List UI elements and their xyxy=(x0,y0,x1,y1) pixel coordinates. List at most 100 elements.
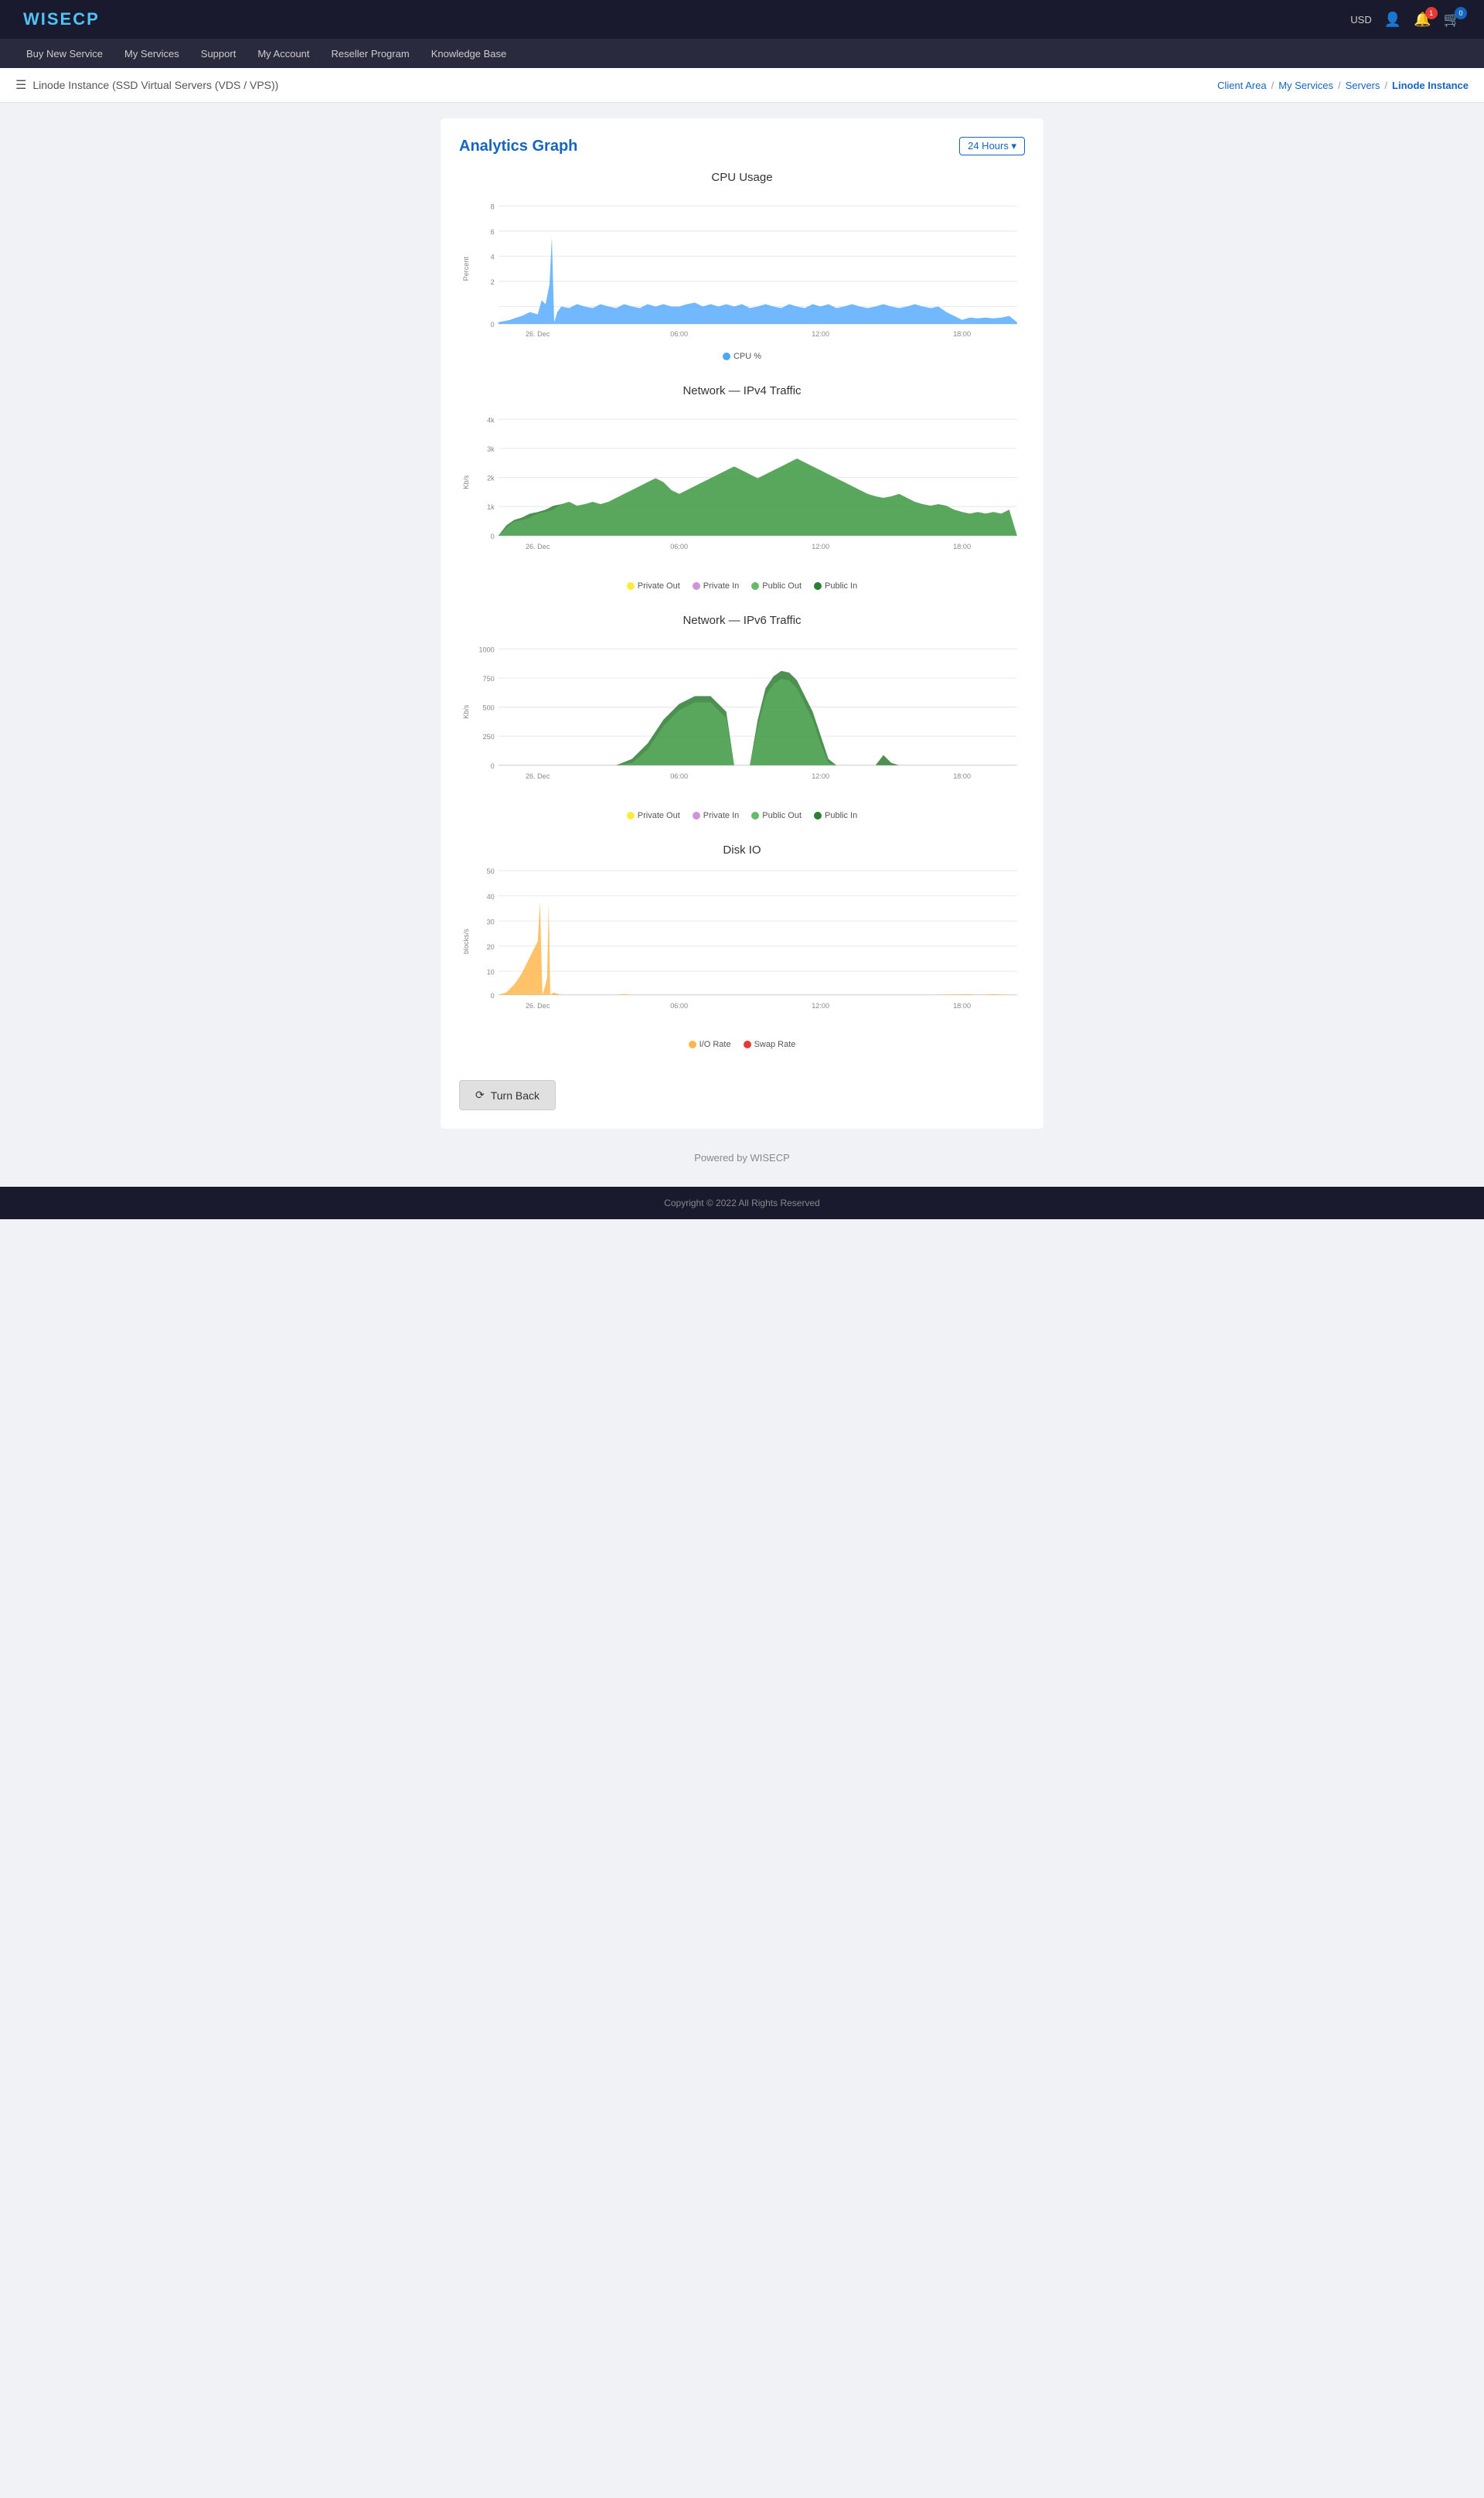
diskio-swap-rate: Swap Rate xyxy=(744,1040,796,1049)
ipv6-public-in: Public In xyxy=(814,811,857,820)
ipv4-public-out: Public Out xyxy=(751,581,802,591)
svg-text:Kb/s: Kb/s xyxy=(462,704,470,719)
cpu-area xyxy=(499,237,1017,324)
nav-knowledge[interactable]: Knowledge Base xyxy=(420,39,518,68)
ipv4-chart-section: Network — IPv4 Traffic 4k 3k 2k 1k 0 Kb/… xyxy=(459,384,1025,591)
main-content: Analytics Graph 24 Hours ▾ CPU Usage 8 6 xyxy=(425,103,1059,1187)
breadcrumb-linode: Linode Instance xyxy=(1392,80,1469,91)
svg-text:10: 10 xyxy=(487,968,495,976)
svg-text:26. Dec: 26. Dec xyxy=(526,330,550,338)
svg-text:50: 50 xyxy=(487,867,495,875)
ipv4-chart-container: 4k 3k 2k 1k 0 Kb/s 26. Dec 06:00 12:00 1… xyxy=(459,404,1025,577)
ipv4-private-in: Private In xyxy=(693,581,739,591)
nav-my-account[interactable]: My Account xyxy=(247,39,320,68)
header: WISECP USD 👤 🔔 1 🛒 0 xyxy=(0,0,1484,39)
svg-text:2: 2 xyxy=(491,278,495,286)
svg-text:30: 30 xyxy=(487,918,495,925)
analytics-header: Analytics Graph 24 Hours ▾ xyxy=(459,137,1025,155)
ipv6-private-out: Private Out xyxy=(627,811,680,820)
menu-icon: ☰ xyxy=(15,77,26,93)
breadcrumb-bar: ☰ Linode Instance (SSD Virtual Servers (… xyxy=(0,68,1484,103)
svg-text:3k: 3k xyxy=(487,445,495,453)
ipv6-chart-svg: 1000 750 500 250 0 Kb/s 26. Dec 06:00 12… xyxy=(459,633,1025,806)
currency-label[interactable]: USD xyxy=(1350,14,1371,26)
turn-back-button[interactable]: ⟳ Turn Back xyxy=(459,1080,556,1110)
cpu-chart-container: 8 6 4 2 0 Percent 26. Dec 06:00 12:00 18… xyxy=(459,190,1025,347)
breadcrumb: Client Area / My Services / Servers / Li… xyxy=(1217,80,1469,91)
svg-text:4: 4 xyxy=(491,253,495,261)
svg-text:0: 0 xyxy=(491,991,495,999)
cpu-chart-svg: 8 6 4 2 0 Percent 26. Dec 06:00 12:00 18… xyxy=(459,190,1025,347)
svg-text:12:00: 12:00 xyxy=(812,772,829,780)
svg-text:blocks/s: blocks/s xyxy=(462,928,470,953)
svg-text:12:00: 12:00 xyxy=(812,330,829,338)
svg-text:12:00: 12:00 xyxy=(812,1002,829,1010)
cpu-chart-section: CPU Usage 8 6 4 2 0 Perce xyxy=(459,171,1025,361)
page-title: Linode Instance (SSD Virtual Servers (VD… xyxy=(32,79,278,91)
svg-text:18:00: 18:00 xyxy=(953,1002,971,1010)
breadcrumb-my-services[interactable]: My Services xyxy=(1278,80,1333,91)
svg-text:06:00: 06:00 xyxy=(670,772,688,780)
svg-text:12:00: 12:00 xyxy=(812,543,829,550)
svg-text:18:00: 18:00 xyxy=(953,330,971,338)
svg-text:06:00: 06:00 xyxy=(670,1002,688,1010)
ipv4-legend: Private Out Private In Public Out Public… xyxy=(459,581,1025,591)
svg-text:18:00: 18:00 xyxy=(953,543,971,550)
svg-text:500: 500 xyxy=(483,704,495,712)
ipv6-chart-container: 1000 750 500 250 0 Kb/s 26. Dec 06:00 12… xyxy=(459,633,1025,806)
ipv4-public-in: Public In xyxy=(814,581,857,591)
cart-icon[interactable]: 🛒 0 xyxy=(1444,12,1461,28)
cpu-legend-label: CPU % xyxy=(733,352,761,361)
svg-text:6: 6 xyxy=(491,228,495,236)
cart-badge: 0 xyxy=(1455,7,1467,19)
cpu-chart-title: CPU Usage xyxy=(459,171,1025,184)
diskio-chart-svg: 50 40 30 20 10 0 blocks/s 26. Dec 06:00 … xyxy=(459,863,1025,1036)
svg-text:06:00: 06:00 xyxy=(670,330,688,338)
header-right: USD 👤 🔔 1 🛒 0 xyxy=(1350,12,1461,28)
turn-back-label: Turn Back xyxy=(491,1089,539,1102)
ipv6-public-out: Public Out xyxy=(751,811,802,820)
notification-icon[interactable]: 🔔 1 xyxy=(1414,12,1431,28)
nav-my-services[interactable]: My Services xyxy=(114,39,190,68)
diskio-chart-title: Disk IO xyxy=(459,843,1025,857)
time-selector[interactable]: 24 Hours ▾ xyxy=(959,137,1025,155)
turn-back-icon: ⟳ xyxy=(475,1089,485,1102)
analytics-card: Analytics Graph 24 Hours ▾ CPU Usage 8 6 xyxy=(441,118,1043,1129)
ipv6-chart-title: Network — IPv6 Traffic xyxy=(459,614,1025,627)
ipv6-chart-section: Network — IPv6 Traffic 1000 750 500 250 … xyxy=(459,614,1025,820)
button-area: ⟳ Turn Back xyxy=(459,1072,1025,1110)
svg-text:250: 250 xyxy=(483,733,495,741)
nav-buy-service[interactable]: Buy New Service xyxy=(15,39,114,68)
breadcrumb-servers[interactable]: Servers xyxy=(1346,80,1380,91)
svg-text:26. Dec: 26. Dec xyxy=(526,1002,550,1010)
svg-text:40: 40 xyxy=(487,892,495,900)
ipv4-chart-svg: 4k 3k 2k 1k 0 Kb/s 26. Dec 06:00 12:00 1… xyxy=(459,404,1025,577)
svg-text:26. Dec: 26. Dec xyxy=(526,772,550,780)
svg-text:2k: 2k xyxy=(487,475,495,482)
analytics-title: Analytics Graph xyxy=(459,138,577,155)
svg-text:1000: 1000 xyxy=(478,646,494,653)
nav-reseller[interactable]: Reseller Program xyxy=(321,39,420,68)
cpu-legend: CPU % xyxy=(459,352,1025,361)
copyright-bar: Copyright © 2022 All Rights Reserved xyxy=(0,1187,1484,1219)
svg-text:20: 20 xyxy=(487,942,495,950)
ipv4-chart-title: Network — IPv4 Traffic xyxy=(459,384,1025,397)
main-nav: Buy New Service My Services Support My A… xyxy=(0,39,1484,68)
svg-text:0: 0 xyxy=(491,533,495,540)
diskio-chart-container: 50 40 30 20 10 0 blocks/s 26. Dec 06:00 … xyxy=(459,863,1025,1036)
svg-text:4k: 4k xyxy=(487,417,495,424)
svg-text:18:00: 18:00 xyxy=(953,772,971,780)
svg-text:Percent: Percent xyxy=(462,256,470,281)
breadcrumb-client-area[interactable]: Client Area xyxy=(1217,80,1267,91)
nav-support[interactable]: Support xyxy=(190,39,247,68)
svg-text:0: 0 xyxy=(491,762,495,770)
diskio-io-rate-area xyxy=(499,901,1017,994)
svg-text:0: 0 xyxy=(491,321,495,329)
svg-text:750: 750 xyxy=(483,675,495,683)
cpu-dot xyxy=(723,353,730,360)
user-icon[interactable]: 👤 xyxy=(1384,12,1401,28)
ipv4-public-out-area xyxy=(499,458,1017,536)
svg-text:Kb/s: Kb/s xyxy=(462,475,470,489)
diskio-legend: I/O Rate Swap Rate xyxy=(459,1040,1025,1049)
diskio-chart-section: Disk IO 50 40 30 20 10 0 b xyxy=(459,843,1025,1050)
